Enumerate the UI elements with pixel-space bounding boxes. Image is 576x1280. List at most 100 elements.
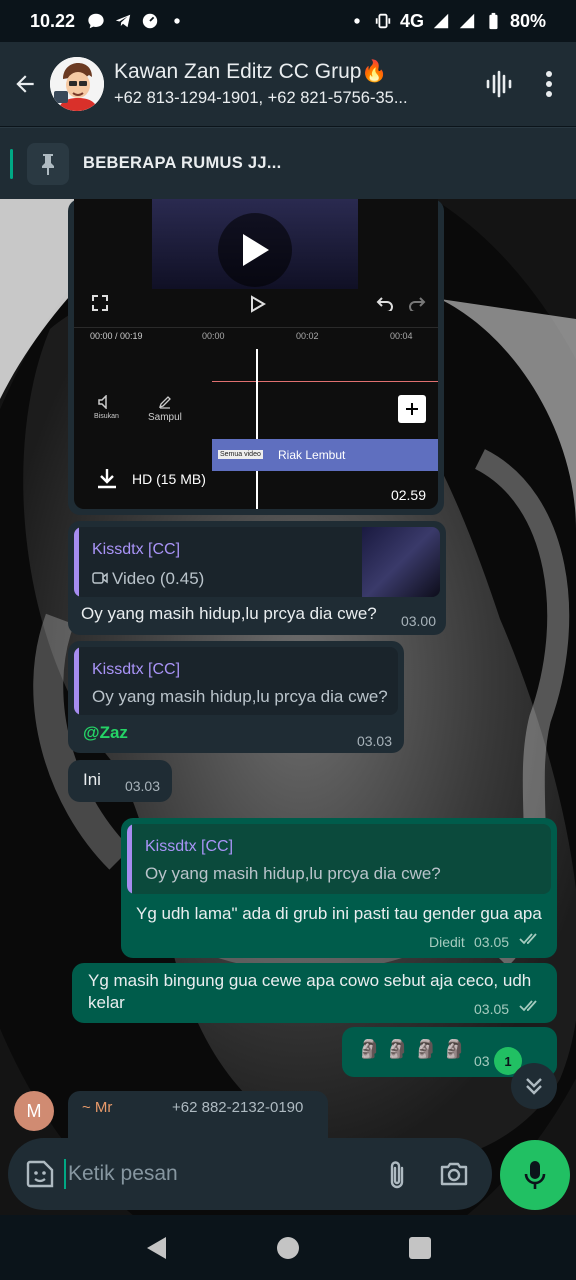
message-time: 03 (474, 1053, 490, 1069)
group-info[interactable]: Kawan Zan Editz CC Grup🔥 +62 813-1294-19… (114, 60, 468, 108)
sender-phone: +62 882-2132-0190 (172, 1099, 304, 1116)
back-nav-icon[interactable] (144, 1235, 168, 1261)
group-avatar[interactable] (50, 57, 104, 111)
chat-area[interactable]: 00:00 / 00:19 00:00 00:02 00:04 Bisukan … (0, 199, 576, 1215)
double-chevron-down-icon (526, 1078, 542, 1095)
double-check-icon (519, 933, 537, 945)
message-text: 🗿🗿🗿🗿 (358, 1039, 472, 1059)
quoted-sender: Kissdtx [CC] (145, 838, 234, 855)
mention-link[interactable]: @Zaz (83, 723, 128, 743)
telegram-icon (115, 14, 131, 28)
status-time: 10.22 (30, 10, 76, 31)
message-time: 03.00 (400, 613, 436, 629)
scroll-to-bottom-button[interactable] (511, 1063, 557, 1109)
quoted-text: Video (0.45) (112, 569, 205, 588)
incoming-message[interactable]: Kissdtx [CC] Oy yang masih hidup,lu prcy… (68, 641, 404, 753)
undo-icon (376, 297, 393, 311)
dot-icon (174, 18, 180, 24)
voice-record-button[interactable] (500, 1140, 570, 1210)
group-title: Kawan Zan Editz CC Grup🔥 (114, 60, 388, 83)
message-text: Oy yang masih hidup,lu prcya dia cwe? (81, 604, 377, 623)
tool-cover-label: Sampul (148, 412, 182, 423)
voice-chat-icon[interactable] (484, 69, 514, 99)
mute-icon (98, 395, 107, 409)
message-text: Ini (83, 770, 101, 789)
pin-icon-box (27, 142, 69, 185)
message-composer[interactable]: Ketik pesan (8, 1138, 492, 1210)
outgoing-message[interactable]: Kissdtx [CC] Oy yang masih hidup,lu prcy… (121, 818, 557, 958)
message-text: Yg udh lama" ada di grub ini pasti tau g… (136, 904, 542, 923)
play-icon (243, 234, 269, 266)
outgoing-message[interactable]: Yg masih bingung gua cewe apa cowo sebut… (72, 963, 557, 1023)
speedometer-icon (142, 13, 158, 29)
add-clip-button (398, 395, 426, 423)
home-nav-icon[interactable] (276, 1236, 300, 1260)
message-time: 02.59 (390, 487, 426, 503)
cartoon-avatar-icon (50, 57, 104, 111)
dot-icon (354, 18, 360, 24)
quoted-sender: Kissdtx [CC] (92, 541, 181, 558)
message-input[interactable]: Ketik pesan (68, 1162, 386, 1186)
image-preview[interactable]: 00:00 / 00:19 00:00 00:02 00:04 Bisukan … (74, 199, 438, 509)
quoted-message[interactable]: Kissdtx [CC] Oy yang masih hidup,lu prcy… (74, 647, 398, 715)
timeline-mark-4: 00:04 (390, 331, 413, 341)
text-caret (64, 1159, 66, 1189)
network-label: 4G (399, 10, 424, 31)
battery-level: 80% (509, 10, 546, 31)
incoming-message[interactable]: Ini 03.03 (68, 760, 172, 802)
video-editor-image-message[interactable]: 00:00 / 00:19 00:00 00:02 00:04 Bisukan … (68, 199, 444, 515)
double-check-icon (519, 1000, 537, 1012)
playhead (256, 349, 258, 509)
recents-nav-icon[interactable] (408, 1236, 432, 1260)
pinned-text: BEBERAPA RUMUS JJ... (83, 154, 282, 172)
edited-label: Diedit (429, 934, 465, 950)
group-members: +62 813-1294-1901, +62 821-5756-35... (114, 89, 408, 107)
vibrate-icon (375, 13, 391, 29)
play-outline-icon (251, 295, 266, 313)
arrow-left-icon (16, 75, 34, 93)
download-size: HD (15 MB) (132, 471, 206, 487)
chat-notification-icon (88, 13, 104, 29)
play-overlay[interactable] (218, 213, 292, 287)
quoted-text: Oy yang masih hidup,lu prcya dia cwe? (92, 687, 388, 706)
quoted-sender: Kissdtx [CC] (92, 661, 181, 678)
signal-icon (433, 13, 449, 29)
microphone-icon (524, 1161, 546, 1189)
message-time: 03.05 (474, 934, 510, 950)
audio-track: Semua video Riak Lembut (212, 439, 438, 471)
fullscreen-icon (92, 295, 108, 311)
system-navigation-bar (0, 1215, 576, 1280)
sender-avatar[interactable]: M (14, 1091, 54, 1131)
quoted-thumbnail (362, 527, 440, 597)
back-button[interactable] (0, 71, 50, 97)
message-time: 03.03 (356, 733, 392, 749)
video-frame (152, 199, 358, 289)
incoming-message[interactable]: Kissdtx [CC] Video (0.45) Oy yang masih … (68, 521, 446, 635)
redo-icon (409, 297, 426, 311)
tool-mute-label: Bisukan (94, 413, 119, 420)
signal-icon (459, 13, 475, 29)
attachment-icon[interactable] (386, 1158, 408, 1190)
message-text-line-1: Yg masih bingung gua cewe apa cowo sebut… (88, 971, 532, 990)
chat-header: Kawan Zan Editz CC Grup🔥 +62 813-1294-19… (0, 42, 576, 126)
sticker-icon[interactable] (24, 1158, 56, 1190)
timeline-mark-2: 00:02 (296, 331, 319, 341)
quoted-message[interactable]: Kissdtx [CC] Video (0.45) (74, 527, 440, 597)
status-bar: 10.22 4G 80% (0, 0, 576, 42)
audio-tag: Semua video (218, 450, 263, 459)
edit-icon (158, 396, 171, 409)
timeline-mark-0: 00:00 (202, 331, 225, 341)
camera-icon[interactable] (438, 1160, 470, 1188)
plus-icon (406, 403, 418, 415)
message-time: 03.05 (474, 1001, 510, 1017)
more-options-icon[interactable] (544, 70, 554, 98)
pinned-message-bar[interactable]: BEBERAPA RUMUS JJ... (0, 127, 576, 199)
download-icon (98, 469, 116, 489)
pin-icon (42, 153, 54, 175)
timeline-total: 00:00 / 00:19 (90, 331, 143, 341)
pin-indicator (10, 148, 13, 179)
video-camera-icon (92, 572, 108, 584)
quoted-message[interactable]: Kissdtx [CC] Oy yang masih hidup,lu prcy… (127, 824, 551, 894)
unread-count: 1 (504, 1053, 512, 1069)
battery-icon (489, 12, 498, 30)
